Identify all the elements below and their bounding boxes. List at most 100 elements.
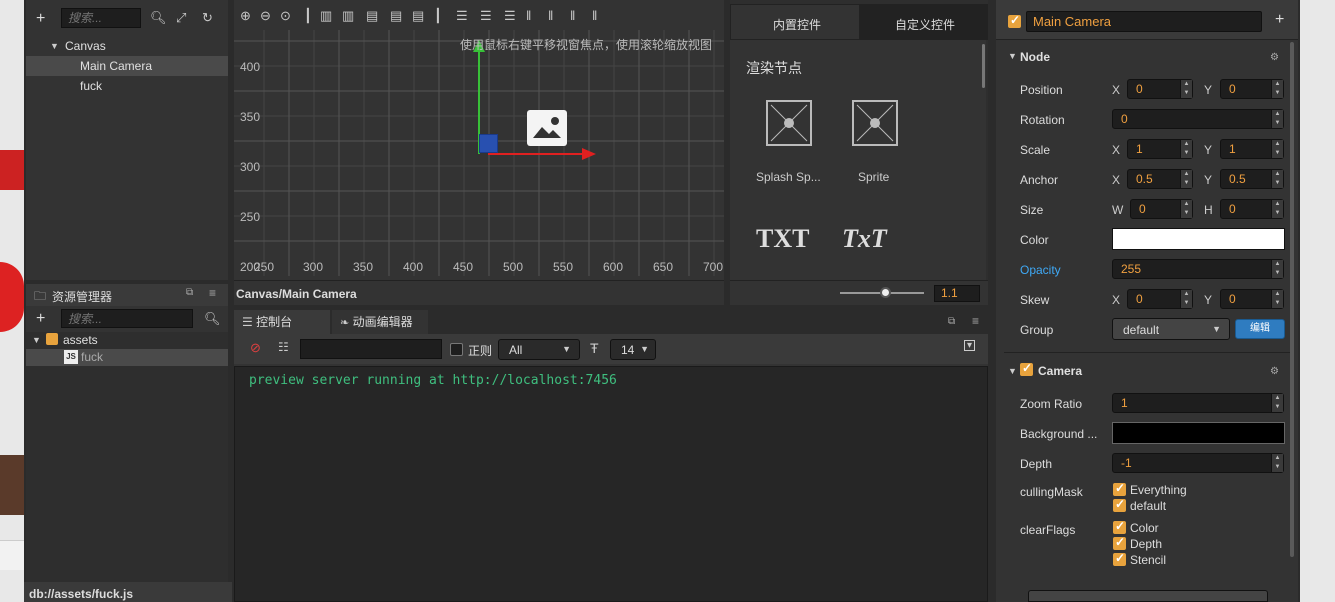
tab-custom[interactable]: 自定义控件	[860, 4, 988, 40]
menu-icon[interactable]: ≡	[209, 286, 216, 300]
color-swatch[interactable]	[1112, 228, 1285, 250]
align-top-icon[interactable]: ▤	[366, 8, 378, 24]
skew-y-field[interactable]: 0 ▲ ▼	[1220, 289, 1284, 309]
size-height-field[interactable]: 0 ▲ ▼	[1220, 199, 1284, 219]
x-axis-gizmo[interactable]	[488, 153, 584, 155]
add-component-icon[interactable]: +	[1275, 11, 1284, 29]
position-y-field[interactable]: 0 ▲ ▼	[1220, 79, 1284, 99]
node-active-checkbox[interactable]	[1008, 13, 1021, 28]
camera-enabled-checkbox[interactable]	[1020, 361, 1033, 376]
assets-search-input[interactable]	[61, 309, 193, 328]
widgets-scrollbar[interactable]	[982, 44, 985, 88]
scale-y-field[interactable]: 1 ▲ ▼	[1220, 139, 1284, 159]
edit-group-button[interactable]: 编辑	[1235, 319, 1285, 339]
anchor-y-field[interactable]: 0.5 ▲ ▼	[1220, 169, 1284, 189]
stepper-icon[interactable]: ▲ ▼	[1271, 260, 1283, 278]
distribute-right-icon[interactable]: ‖	[570, 8, 575, 23]
distribute-left-icon[interactable]: ‖	[526, 8, 531, 23]
culling-everything-checkbox[interactable]	[1113, 481, 1126, 496]
popout-icon[interactable]: ⧉	[948, 316, 955, 327]
font-size-select[interactable]: 14 ▼	[610, 339, 656, 360]
tab-builtin[interactable]: 内置控件	[730, 4, 860, 40]
expand-arrow-icon[interactable]: ▼	[50, 36, 59, 56]
align-left-icon[interactable]: ┃	[304, 8, 312, 24]
tree-item-canvas[interactable]: ▼ Canvas	[26, 36, 228, 56]
splash-sprite-widget[interactable]: Splash Sp...	[750, 100, 830, 190]
add-asset-icon[interactable]: +	[36, 310, 45, 328]
stepper-icon[interactable]: ▲ ▼	[1180, 200, 1192, 218]
tab-console[interactable]: ☰ 控制台	[234, 310, 330, 334]
collapse-icon[interactable]: ☷	[278, 340, 289, 354]
depth-field[interactable]: -1 ▲ ▼	[1112, 453, 1284, 473]
stepper-icon[interactable]: ▲ ▼	[1271, 394, 1283, 412]
stepper-icon[interactable]: ▲ ▼	[1180, 290, 1192, 308]
stepper-icon[interactable]: ▲ ▼	[1180, 140, 1192, 158]
clear-color-checkbox[interactable]	[1113, 519, 1126, 534]
stepper-icon[interactable]: ▲ ▼	[1180, 170, 1192, 188]
clear-icon[interactable]: ⊘	[250, 340, 261, 356]
rotation-field[interactable]: 0 ▲ ▼	[1112, 109, 1284, 129]
distribute-bottom-icon[interactable]: ☰	[504, 8, 516, 24]
breadcrumb[interactable]: Canvas/Main Camera	[236, 287, 357, 301]
align-hcenter-icon[interactable]: ▥	[320, 8, 332, 24]
skew-x-field[interactable]: 0 ▲ ▼	[1127, 289, 1193, 309]
add-node-icon[interactable]: +	[36, 10, 45, 28]
stepper-icon[interactable]: ▲ ▼	[1271, 200, 1283, 218]
align-vcenter-icon[interactable]: ▤	[390, 8, 402, 24]
distribute-icon[interactable]: ┃	[434, 8, 442, 24]
expand-arrow-icon[interactable]: ▼	[1008, 366, 1017, 376]
popout-icon[interactable]: ⧉	[186, 287, 193, 298]
menu-icon[interactable]: ≡	[972, 314, 979, 328]
tree-item-fuck-js[interactable]: JS fuck	[26, 349, 228, 366]
zoom-ratio-field[interactable]: 1 ▲ ▼	[1112, 393, 1284, 413]
tab-animation[interactable]: ❧ 动画编辑器	[332, 310, 428, 334]
position-x-field[interactable]: 0 ▲ ▼	[1127, 79, 1193, 99]
regex-checkbox[interactable]	[450, 343, 463, 356]
refresh-icon[interactable]: ↻	[202, 10, 213, 26]
distribute-hcenter-icon[interactable]: ‖	[548, 8, 553, 23]
scene-viewport[interactable]	[234, 30, 724, 276]
tree-item-main-camera[interactable]: Main Camera	[26, 56, 228, 76]
stepper-icon[interactable]: ▲ ▼	[1271, 290, 1283, 308]
search-icon[interactable]: 🔍︎	[150, 10, 167, 26]
expand-arrow-icon[interactable]: ▼	[1008, 51, 1017, 61]
align-right-icon[interactable]: ▥	[342, 8, 354, 24]
clear-depth-checkbox[interactable]	[1113, 535, 1126, 550]
clear-stencil-checkbox[interactable]	[1113, 551, 1126, 566]
distribute-top-icon[interactable]: ☰	[456, 8, 468, 24]
stepper-icon[interactable]: ▲ ▼	[1180, 80, 1192, 98]
distribute-spacing-icon[interactable]: ‖	[592, 8, 597, 23]
add-component-button[interactable]	[1028, 590, 1268, 602]
expand-arrow-icon[interactable]: ▼	[32, 332, 41, 349]
node-anchor-box[interactable]	[479, 134, 498, 153]
zoom-out-icon[interactable]: ⊖	[260, 8, 271, 24]
group-select[interactable]: default ▼	[1112, 318, 1230, 340]
distribute-vcenter-icon[interactable]: ☰	[480, 8, 492, 24]
stepper-icon[interactable]: ▲ ▼	[1271, 140, 1283, 158]
stepper-icon[interactable]: ▲ ▼	[1271, 170, 1283, 188]
anchor-x-field[interactable]: 0.5 ▲ ▼	[1127, 169, 1193, 189]
opacity-field[interactable]: 255 ▲ ▼	[1112, 259, 1284, 279]
scroll-to-bottom-icon[interactable]: ▾	[964, 340, 975, 351]
zoom-in-icon[interactable]: ⊕	[240, 8, 251, 24]
node-name-input[interactable]: Main Camera	[1026, 11, 1262, 32]
console-filter-input[interactable]	[300, 339, 442, 359]
expand-icon[interactable]: ⤢	[176, 10, 186, 26]
label-widget-icon[interactable]: TXT	[756, 224, 809, 254]
sprite-widget[interactable]: Sprite	[836, 100, 916, 190]
size-width-field[interactable]: 0 ▲ ▼	[1130, 199, 1193, 219]
background-color-swatch[interactable]	[1112, 422, 1285, 444]
tree-item-fuck[interactable]: fuck	[26, 76, 228, 96]
inspector-scrollbar[interactable]	[1290, 42, 1294, 557]
culling-default-checkbox[interactable]	[1113, 497, 1126, 512]
log-level-select[interactable]: All ▼	[498, 339, 580, 360]
zoom-reset-icon[interactable]: ⊙	[280, 8, 291, 24]
scale-x-field[interactable]: 1 ▲ ▼	[1127, 139, 1193, 159]
search-icon[interactable]: 🔍︎	[204, 311, 221, 327]
gear-icon[interactable]: ⚙	[1270, 366, 1279, 377]
stepper-icon[interactable]: ▲ ▼	[1271, 110, 1283, 128]
stepper-icon[interactable]: ▲ ▼	[1271, 454, 1283, 472]
richtext-widget-icon[interactable]: TxT	[842, 224, 887, 254]
gear-icon[interactable]: ⚙	[1270, 52, 1279, 63]
tree-item-assets[interactable]: ▼ assets	[26, 332, 228, 349]
